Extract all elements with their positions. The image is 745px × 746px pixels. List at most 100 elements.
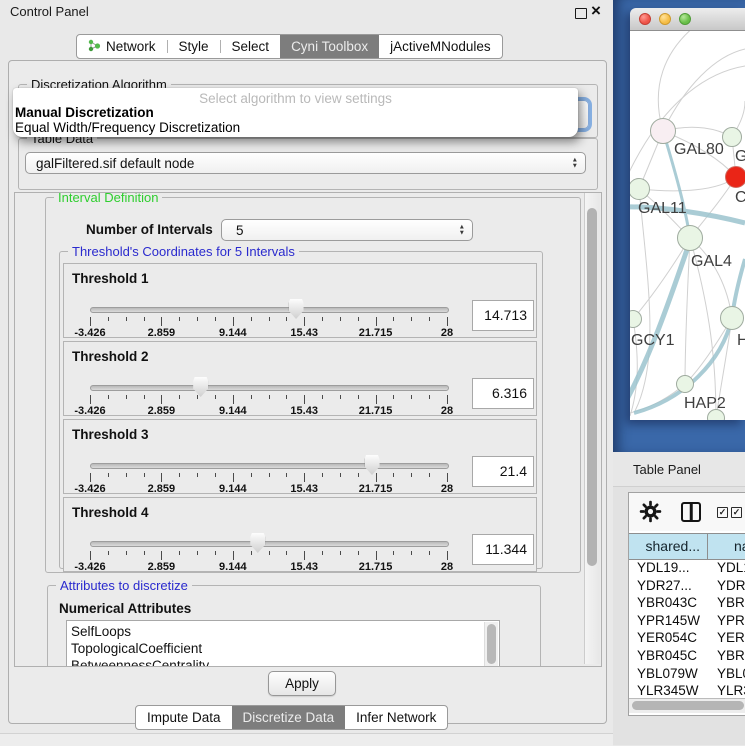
threshold-value-box[interactable]: 21.4 (472, 456, 534, 487)
tab-cyni-toolbox[interactable]: Cyni Toolbox (280, 35, 379, 58)
attribute-list-item[interactable]: TopologicalCoefficient (71, 640, 499, 657)
number-of-intervals-value: 5 (236, 223, 244, 238)
threshold-value-box[interactable]: 6.316 (472, 378, 534, 409)
number-of-intervals-combo[interactable]: 5 ▲▼ (221, 219, 473, 241)
cell-shared-name[interactable]: YPR145W (637, 612, 700, 630)
threshold-panel: Threshold 3 -3.4262.8599.14415.4321.7152… (63, 419, 537, 494)
vertical-scrollbar-thumb[interactable] (587, 208, 597, 566)
checkbox-icon[interactable]: ✓ (717, 507, 728, 518)
cell-name[interactable]: YLR3 (717, 682, 745, 698)
cell-name[interactable]: YPR1 (717, 612, 745, 630)
list-scrollbar-thumb[interactable] (487, 624, 496, 664)
attribute-list-item[interactable]: BetweennessCentrality (71, 657, 499, 667)
thresholds-group-title: Threshold's Coordinates for 5 Intervals (68, 244, 299, 259)
zoom-traffic-light-icon[interactable] (679, 13, 691, 25)
network-canvas[interactable]: GAL80GCGAL11GAL4GCY1HHAP2 (630, 31, 745, 420)
column-header-shared-name[interactable]: shared... (629, 534, 708, 559)
network-node-hap2[interactable] (676, 375, 694, 393)
minimize-traffic-light-icon[interactable] (659, 13, 671, 25)
threshold-label: Threshold 1 (72, 271, 149, 286)
table-row[interactable]: YLR345W YLR3 (629, 682, 745, 698)
table-panel-title: Table Panel (633, 462, 701, 477)
slider-thumb[interactable] (365, 455, 380, 475)
bottom-tab-bar: Impute Data Discretize Data Infer Networ… (135, 705, 448, 730)
network-node[interactable] (707, 409, 725, 420)
tab-impute-data[interactable]: Impute Data (136, 706, 232, 729)
cell-shared-name[interactable]: YLR345W (637, 682, 699, 698)
cell-shared-name[interactable]: YBL079W (637, 665, 698, 683)
cell-name[interactable]: YBR0 (717, 647, 745, 665)
column-header-name[interactable]: na (734, 534, 745, 559)
slider-thumb[interactable] (289, 299, 304, 319)
network-window: GAL80GCGAL11GAL4GCY1HHAP2 (630, 8, 745, 420)
network-icon (88, 39, 101, 55)
table-row[interactable]: YBR043C YBR0 (629, 594, 745, 612)
apply-button[interactable]: Apply (268, 671, 336, 696)
slider-tick-labels: -3.4262.8599.14415.4321.71528 (90, 478, 448, 492)
cell-shared-name[interactable]: YDL19... (637, 559, 690, 577)
close-icon[interactable]: × (591, 1, 601, 21)
threshold-value-box[interactable]: 11.344 (472, 534, 534, 565)
gear-icon[interactable] (639, 500, 662, 528)
attribute-list-item[interactable]: SelfLoops (71, 623, 499, 640)
table-row[interactable]: YDR27... YDR2 (629, 577, 745, 595)
slider-track[interactable] (90, 541, 449, 547)
table-data-combo[interactable]: galFiltered.sif default node ▲▼ (25, 152, 586, 174)
threshold-value-box[interactable]: 14.713 (472, 300, 534, 331)
settings-scroll-pane: Interval Definition Number of Intervals … (14, 192, 602, 667)
tab-discretize-data[interactable]: Discretize Data (232, 706, 346, 729)
close-traffic-light-icon[interactable] (639, 13, 651, 25)
number-of-intervals-label: Number of Intervals (86, 222, 213, 237)
slider-track[interactable] (90, 463, 449, 469)
tab-style[interactable]: Style (168, 35, 220, 58)
threshold-list: Threshold 1 -3.4262.8599.14415.4321.7152… (63, 263, 537, 575)
table-row[interactable]: YBL079W YBL0 (629, 665, 745, 683)
stepper-arrows-icon: ▲▼ (459, 225, 465, 236)
cell-name[interactable]: YBR0 (717, 594, 745, 612)
tab-infer-network[interactable]: Infer Network (345, 706, 447, 729)
list-scrollbar[interactable] (484, 622, 498, 667)
cell-name[interactable]: YBL0 (717, 665, 745, 683)
cell-name[interactable]: YDR2 (717, 577, 745, 595)
numerical-attributes-list[interactable]: SelfLoopsTopologicalCoefficientBetweenne… (66, 620, 500, 667)
vertical-scrollbar[interactable] (584, 193, 600, 664)
cell-shared-name[interactable]: YDR27... (637, 577, 692, 595)
network-node-c[interactable] (725, 166, 745, 188)
horizontal-scrollbar-thumb[interactable] (632, 701, 744, 710)
cell-shared-name[interactable]: YBR045C (637, 647, 697, 665)
bottom-strip (0, 733, 613, 746)
slider-thumb[interactable] (250, 533, 265, 553)
dropdown-item-manual-discretization[interactable]: Manual Discretization (15, 105, 154, 120)
tab-style-label: Style (179, 39, 209, 54)
table-row[interactable]: YDL19... YDL1 (629, 559, 745, 577)
network-node-gal4[interactable] (677, 225, 703, 251)
columns-icon[interactable] (681, 502, 701, 522)
tab-select[interactable]: Select (221, 35, 281, 58)
attributes-group-title: Attributes to discretize (56, 578, 192, 593)
network-node-label: H (737, 332, 745, 350)
network-node-g[interactable] (722, 127, 742, 147)
cell-shared-name[interactable]: YER054C (637, 629, 697, 647)
cell-shared-name[interactable]: YBR043C (637, 594, 697, 612)
tab-cyni-label: Cyni Toolbox (291, 39, 368, 54)
cell-name[interactable]: YDL1 (717, 559, 745, 577)
tab-network[interactable]: Network (77, 35, 167, 58)
cell-name[interactable]: YER0 (717, 629, 745, 647)
network-node-gal80[interactable] (650, 118, 676, 144)
slider-thumb[interactable] (193, 377, 208, 397)
slider-track[interactable] (90, 307, 449, 313)
table-row[interactable]: YER054C YER0 (629, 629, 745, 647)
numerical-attributes-label: Numerical Attributes (59, 601, 191, 616)
network-node-h[interactable] (720, 306, 744, 330)
float-window-icon[interactable] (575, 8, 587, 19)
algorithm-dropdown-popup: Select algorithm to view settings Manual… (13, 88, 578, 137)
tab-jactivemnodules[interactable]: jActiveMNodules (379, 35, 502, 58)
table-row[interactable]: YPR145W YPR1 (629, 612, 745, 630)
horizontal-scrollbar[interactable] (629, 698, 745, 713)
network-window-titlebar[interactable] (630, 8, 745, 31)
table-row[interactable]: YBR045C YBR0 (629, 647, 745, 665)
dropdown-item-equal-width-frequency[interactable]: Equal Width/Frequency Discretization (15, 120, 240, 135)
network-node-label: GAL80 (674, 141, 724, 159)
slider-track[interactable] (90, 385, 449, 391)
checkbox-icon[interactable]: ✓ (731, 507, 742, 518)
